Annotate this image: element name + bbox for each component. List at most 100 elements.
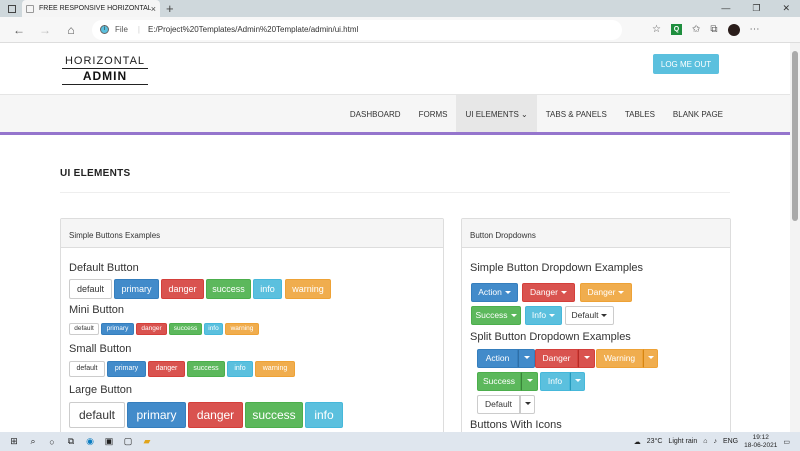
language-indicator[interactable]: ENG [723, 438, 738, 445]
large-button-heading: Large Button [69, 384, 132, 396]
edge-browser-icon[interactable]: ◉ [85, 436, 95, 447]
simple-buttons-panel: Simple Buttons Examples Default Button d… [60, 218, 444, 438]
danger-split-toggle[interactable] [578, 349, 595, 368]
menu-item-blank-page[interactable]: BLANK PAGE [664, 95, 732, 132]
small-info-button[interactable]: info [227, 361, 253, 377]
default-split-button[interactable]: Default [477, 395, 520, 414]
default-button[interactable]: default [69, 279, 112, 299]
volume-icon[interactable]: ♪ [713, 438, 717, 445]
mini-warning-button[interactable]: warning [225, 323, 259, 335]
terminal-icon[interactable]: ▣ [104, 436, 114, 447]
info-split-button[interactable]: Info [540, 372, 570, 391]
action-dropdown-label: Action [478, 287, 502, 297]
title-divider [60, 192, 730, 193]
clock[interactable]: 19:12 18-06-2021 [744, 434, 777, 450]
warning-split-toggle[interactable] [643, 349, 658, 368]
success-button[interactable]: success [206, 279, 251, 299]
icon-buttons-heading: Buttons With Icons [470, 419, 562, 431]
weather-temperature[interactable]: 23°C [647, 438, 663, 445]
minimize-button[interactable]: — [721, 3, 730, 14]
info-split-toggle[interactable] [570, 372, 585, 391]
restore-button[interactable]: ❐ [752, 3, 760, 14]
browser-tab[interactable]: FREE RESPONSIVE HORIZONTAL × [22, 0, 160, 17]
page-scrollbar[interactable] [790, 43, 800, 432]
warning-split-button[interactable]: Warning [596, 349, 643, 368]
url-divider: | [137, 25, 140, 34]
mini-danger-button[interactable]: danger [136, 323, 167, 335]
page-favicon-icon [26, 4, 34, 13]
small-default-button[interactable]: default [69, 361, 105, 377]
address-bar-row: ← → ⌂ i File | E:/Project%20Templates/Ad… [0, 17, 800, 43]
weather-description[interactable]: Light rain [668, 438, 697, 445]
small-warning-button[interactable]: warning [255, 361, 295, 377]
small-success-button[interactable]: success [187, 361, 225, 377]
forward-arrow-icon[interactable]: → [38, 23, 52, 37]
menu-item-tabs-panels[interactable]: TABS & PANELS [537, 95, 616, 132]
new-tab-button[interactable]: + [166, 1, 174, 16]
notifications-icon[interactable]: ▭ [783, 438, 790, 446]
scrollbar-thumb[interactable] [792, 51, 798, 221]
url-field[interactable]: i File | E:/Project%20Templates/Admin%20… [92, 19, 622, 40]
windows-start-icon[interactable]: ⊞ [9, 436, 19, 447]
default-button-heading: Default Button [69, 262, 139, 274]
mini-success-button[interactable]: success [169, 323, 202, 335]
info-button[interactable]: info [253, 279, 282, 299]
success-dropdown-button[interactable]: Success [471, 306, 521, 325]
favorites-icon[interactable]: ✩ [692, 24, 700, 35]
large-primary-button[interactable]: primary [127, 402, 186, 428]
large-danger-button[interactable]: danger [188, 402, 243, 428]
extension-q-icon[interactable]: Q [670, 24, 682, 35]
menu-item-tables[interactable]: TABLES [616, 95, 664, 132]
success-split-button[interactable]: Success [477, 372, 521, 391]
cortana-icon[interactable]: ○ [47, 437, 57, 447]
file-explorer-icon[interactable]: ▰ [142, 436, 152, 447]
menu-item-dashboard[interactable]: DASHBOARD [341, 95, 410, 132]
network-icon[interactable]: ⌂ [703, 438, 707, 445]
danger-warning-dropdown-button[interactable]: Danger [580, 283, 632, 302]
browser-tab-bar: FREE RESPONSIVE HORIZONTAL × + — ❐ ✕ [0, 0, 800, 17]
collections-icon[interactable]: ⧉ [710, 24, 717, 35]
danger-dropdown-button[interactable]: Danger [522, 283, 575, 302]
default-split-toggle[interactable] [520, 395, 535, 414]
mini-default-button[interactable]: default [69, 323, 99, 335]
warning-button[interactable]: warning [285, 279, 331, 299]
large-default-button[interactable]: default [69, 402, 125, 428]
danger-split-button[interactable]: Danger [535, 349, 578, 368]
clock-time: 19:12 [752, 433, 769, 441]
search-icon[interactable]: ⌕ [28, 436, 38, 447]
action-split-button[interactable]: Action [477, 349, 518, 368]
window-controls: — ❐ ✕ [721, 3, 800, 14]
task-view-icon[interactable]: ⧉ [66, 436, 76, 447]
primary-button[interactable]: primary [114, 279, 159, 299]
window-menu-icon[interactable] [8, 4, 16, 13]
home-icon[interactable]: ⌂ [64, 23, 78, 37]
menu-item-ui-elements[interactable]: UI ELEMENTS ⌄ [456, 95, 537, 132]
url-scheme-label: File [115, 25, 128, 34]
small-danger-button[interactable]: danger [148, 361, 185, 377]
app-icon[interactable]: ▢ [123, 436, 133, 447]
favorite-star-icon[interactable]: ☆ [652, 24, 661, 35]
small-primary-button[interactable]: primary [107, 361, 146, 377]
info-dropdown-button[interactable]: Info [525, 306, 562, 325]
large-info-button[interactable]: info [305, 402, 343, 428]
close-window-button[interactable]: ✕ [782, 3, 790, 14]
tab-close-icon[interactable]: × [151, 4, 156, 14]
mini-info-button[interactable]: info [204, 323, 223, 335]
back-arrow-icon[interactable]: ← [12, 23, 26, 37]
action-dropdown-button[interactable]: Action [471, 283, 518, 302]
weather-icon[interactable]: ☁ [634, 438, 641, 446]
mini-primary-button[interactable]: primary [101, 323, 134, 335]
danger-button[interactable]: danger [161, 279, 204, 299]
profile-avatar[interactable] [727, 23, 740, 36]
small-button-heading: Small Button [69, 343, 132, 355]
success-split-toggle[interactable] [521, 372, 538, 391]
logout-button[interactable]: LOG ME OUT [653, 54, 719, 74]
menu-item-forms[interactable]: FORMS [410, 95, 457, 132]
more-options-icon[interactable]: ⋯ [750, 24, 760, 35]
system-tray: ☁ 23°C Light rain ⌂ ♪ ENG 19:12 18-06-20… [634, 434, 800, 450]
site-logo[interactable]: HORIZONTAL ADMIN [62, 55, 148, 85]
large-success-button[interactable]: success [245, 402, 303, 428]
default-dropdown-button[interactable]: Default [565, 306, 614, 325]
action-split-toggle[interactable] [518, 349, 535, 368]
site-info-icon[interactable]: i [100, 25, 109, 34]
